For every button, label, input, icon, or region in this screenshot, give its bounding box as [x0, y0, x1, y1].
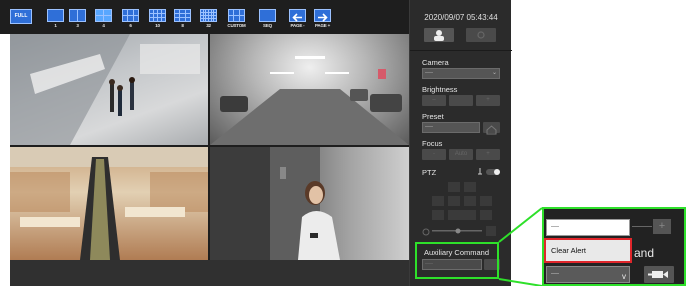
focus-auto-button[interactable]: Auto: [449, 149, 473, 160]
focus-auto-label: Auto: [454, 151, 468, 157]
user-button[interactable]: [424, 28, 454, 42]
layout-button-label: 3: [76, 23, 79, 28]
minus-icon: –: [432, 97, 436, 103]
grid-layout-icon: [149, 9, 166, 22]
camera-view-4[interactable]: [210, 147, 409, 260]
grid-layout-icon: [69, 9, 86, 22]
focus-plus-button[interactable]: +: [476, 149, 500, 160]
user-icon: [434, 30, 444, 41]
preset-select[interactable]: ----: [422, 122, 480, 133]
grid-layout-icon: [228, 9, 245, 22]
camera-view-2[interactable]: [210, 34, 409, 145]
layout-button-label: SEQ: [263, 23, 272, 28]
full-screen-button[interactable]: FULL: [10, 9, 32, 24]
layout-button-label: 32: [206, 23, 211, 28]
grid-layout-icon: [200, 9, 217, 22]
camera-label: Camera: [422, 58, 449, 67]
layout-button-32[interactable]: 32: [198, 7, 219, 31]
page-next-button[interactable]: PAGE +: [312, 7, 333, 31]
grid-layout-icon: [174, 9, 191, 22]
layout-button-10[interactable]: 10: [147, 7, 168, 31]
zoom-input-field[interactable]: ----: [546, 219, 630, 236]
layout-button-label: 1: [54, 23, 57, 28]
auxiliary-command-highlight: [415, 242, 499, 279]
camera-select[interactable]: ---- ⌄: [422, 68, 500, 79]
auxiliary-command-label-fragment: and: [634, 246, 655, 260]
layout-button-4[interactable]: 4: [93, 7, 114, 31]
camera-view-1[interactable]: [10, 34, 208, 145]
camera-view-3[interactable]: [10, 147, 208, 260]
preset-label: Preset: [422, 112, 444, 121]
layout-button-label: 10: [155, 23, 160, 28]
clear-alert-option[interactable]: Clear Alert: [544, 238, 632, 263]
layout-button-1[interactable]: 1: [45, 7, 66, 31]
layout-button-6[interactable]: 6: [120, 7, 141, 31]
zoom-callout: ---- + Clear Alert and ---- v: [542, 207, 686, 286]
camera-image-4: [210, 147, 340, 260]
ptz-pad[interactable]: [420, 180, 506, 240]
grid-layout-icon: [122, 9, 139, 22]
focus-minus-button[interactable]: -: [422, 149, 446, 160]
zoom-plus-button[interactable]: +: [653, 219, 671, 234]
layout-button-seq[interactable]: SEQ: [257, 7, 278, 31]
zoom-slider-track: [632, 226, 652, 227]
camera-select-value: ----: [425, 70, 433, 76]
chevron-down-icon: ⌄: [491, 70, 497, 76]
plus-icon: +: [486, 97, 490, 103]
page-prev-label: PAGE -: [290, 23, 305, 28]
brightness-reset-button[interactable]: [449, 95, 473, 106]
layout-button-custom[interactable]: CUSTOM: [226, 7, 247, 31]
page-prev-button[interactable]: PAGE -: [287, 7, 308, 31]
camera-image-2: [210, 56, 409, 145]
brightness-label: Brightness: [422, 85, 458, 94]
datetime-display: 2020/09/07 05:43:44: [424, 13, 498, 22]
layout-button-label: 6: [129, 23, 132, 28]
preset-select-value: ----: [425, 124, 433, 130]
focus-minus-label: -: [433, 151, 435, 157]
camera-image-1: [10, 34, 200, 145]
ptz-label: PTZ: [422, 168, 437, 177]
brightness-plus-button[interactable]: +: [476, 95, 500, 106]
settings-button[interactable]: [466, 28, 496, 42]
gear-icon: [477, 31, 485, 39]
layout-button-3[interactable]: 3: [67, 7, 88, 31]
grid-layout-icon: [47, 9, 64, 22]
app-root: FULL 1 3 4 6 10 8 32 CUSTOM SEQ PAGE - PAGE +: [0, 0, 686, 286]
arrow-left-icon: [289, 9, 306, 22]
status-strip: [10, 260, 409, 286]
execute-command-button[interactable]: [644, 266, 674, 283]
focus-plus-label: +: [486, 151, 490, 157]
arrow-right-icon: [314, 9, 331, 22]
divider: [410, 50, 512, 51]
layout-button-label: CUSTOM: [227, 23, 246, 28]
grid-layout-icon: [95, 9, 112, 22]
layout-button-8[interactable]: 8: [172, 7, 193, 31]
page-next-label: PAGE +: [314, 23, 331, 28]
focus-label: Focus: [422, 139, 443, 148]
ptz-toggle[interactable]: [476, 166, 502, 178]
zoom-auxiliary-select-value: ----: [551, 271, 559, 277]
camera-arrow-icon: [648, 271, 668, 278]
layout-button-label: 8: [181, 23, 184, 28]
grid-layout-icon: [259, 9, 276, 22]
home-icon: [486, 125, 497, 135]
chevron-down-icon: v: [622, 272, 626, 281]
camera-image-3: [10, 147, 208, 260]
preset-go-button[interactable]: [483, 122, 500, 135]
zoom-auxiliary-select[interactable]: ---- v: [546, 266, 630, 283]
layout-button-label: 4: [102, 23, 105, 28]
layout-toolbar: FULL 1 3 4 6 10 8 32 CUSTOM SEQ PAGE - PAGE +: [0, 0, 409, 34]
camera-grid: [10, 34, 409, 260]
brightness-minus-button[interactable]: –: [422, 95, 446, 106]
